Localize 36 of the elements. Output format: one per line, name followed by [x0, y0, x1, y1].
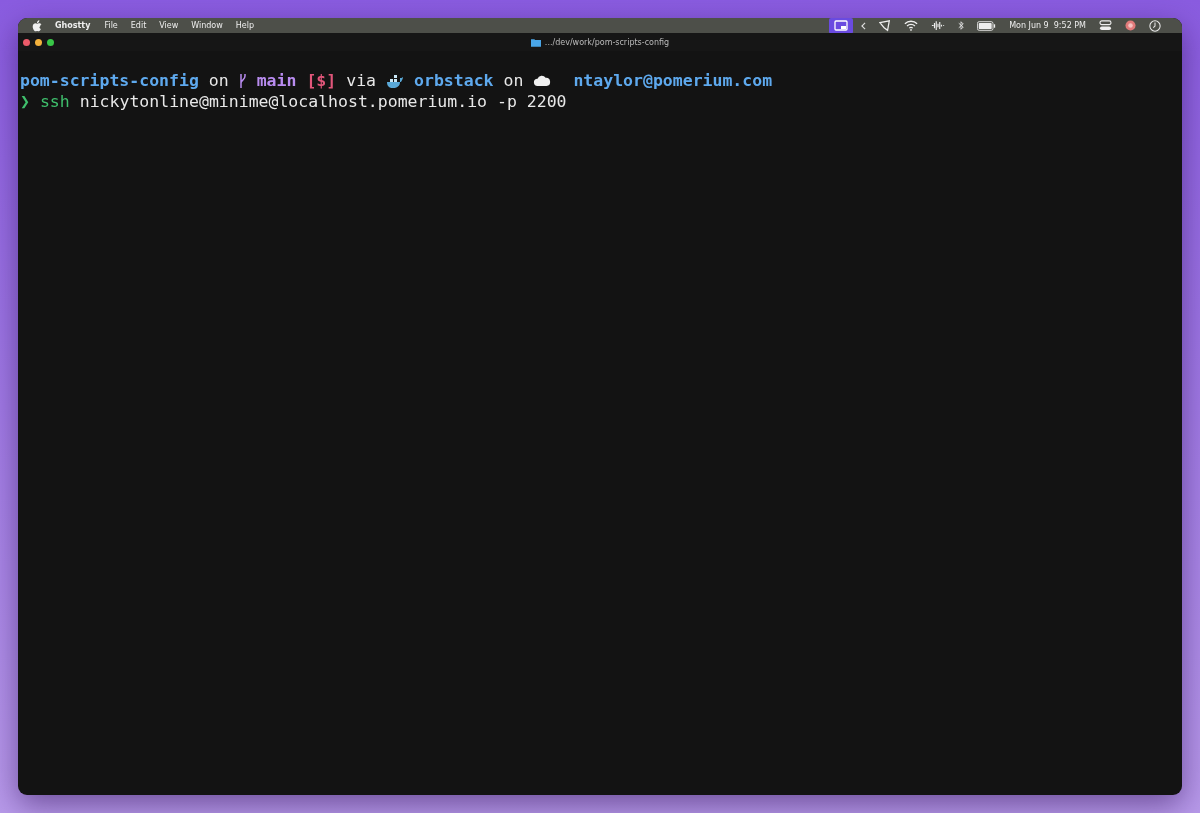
prompt-symbol: ❯ — [20, 92, 30, 111]
menu-item[interactable]: File — [104, 21, 118, 30]
prompt-word: via — [346, 71, 377, 90]
wifi-icon[interactable] — [904, 20, 919, 31]
avatar-icon[interactable] — [1125, 20, 1136, 31]
branch-name: main — [256, 71, 297, 90]
zoom-button[interactable] — [47, 38, 54, 46]
cloud-icon — [533, 75, 552, 86]
whale-icon — [386, 72, 405, 89]
app-menu[interactable]: Ghostty — [55, 21, 91, 30]
apple-icon[interactable] — [32, 19, 42, 32]
bluetooth-icon[interactable] — [958, 20, 965, 31]
menu-item[interactable]: View — [159, 21, 179, 30]
directory-name: pom-scripts-config — [20, 71, 199, 90]
screen-share-icon[interactable] — [829, 18, 854, 34]
git-status: [$] — [306, 71, 337, 90]
close-button[interactable] — [23, 38, 30, 46]
cloud-account: ntaylor@pomerium.com — [573, 71, 773, 90]
control-center-icon[interactable] — [1099, 20, 1112, 31]
waveform-icon[interactable] — [931, 20, 946, 31]
menu-bar-clock[interactable]: Mon Jun 9 9:52 PM — [1009, 21, 1086, 30]
window-title: .../dev/work/pom-scripts-config — [544, 37, 670, 47]
docker-context: orbstack — [414, 71, 494, 90]
clock-icon[interactable] — [1149, 19, 1161, 32]
folder-icon — [530, 37, 541, 47]
prompt-word: on — [208, 71, 229, 90]
command-name: ssh — [39, 92, 70, 111]
command-arguments: nickytonline@minime@localhost.pomerium.io -p 2200 — [79, 92, 567, 111]
menu-item[interactable]: Help — [235, 21, 255, 30]
battery-icon[interactable] — [977, 20, 997, 31]
menu-item[interactable]: Edit — [130, 21, 147, 30]
branch-icon — [238, 71, 247, 90]
menu-item[interactable]: Window — [191, 21, 223, 30]
chevron-icon[interactable] — [861, 21, 867, 30]
prompt-word: on — [503, 71, 524, 90]
minimize-button[interactable] — [35, 38, 42, 46]
